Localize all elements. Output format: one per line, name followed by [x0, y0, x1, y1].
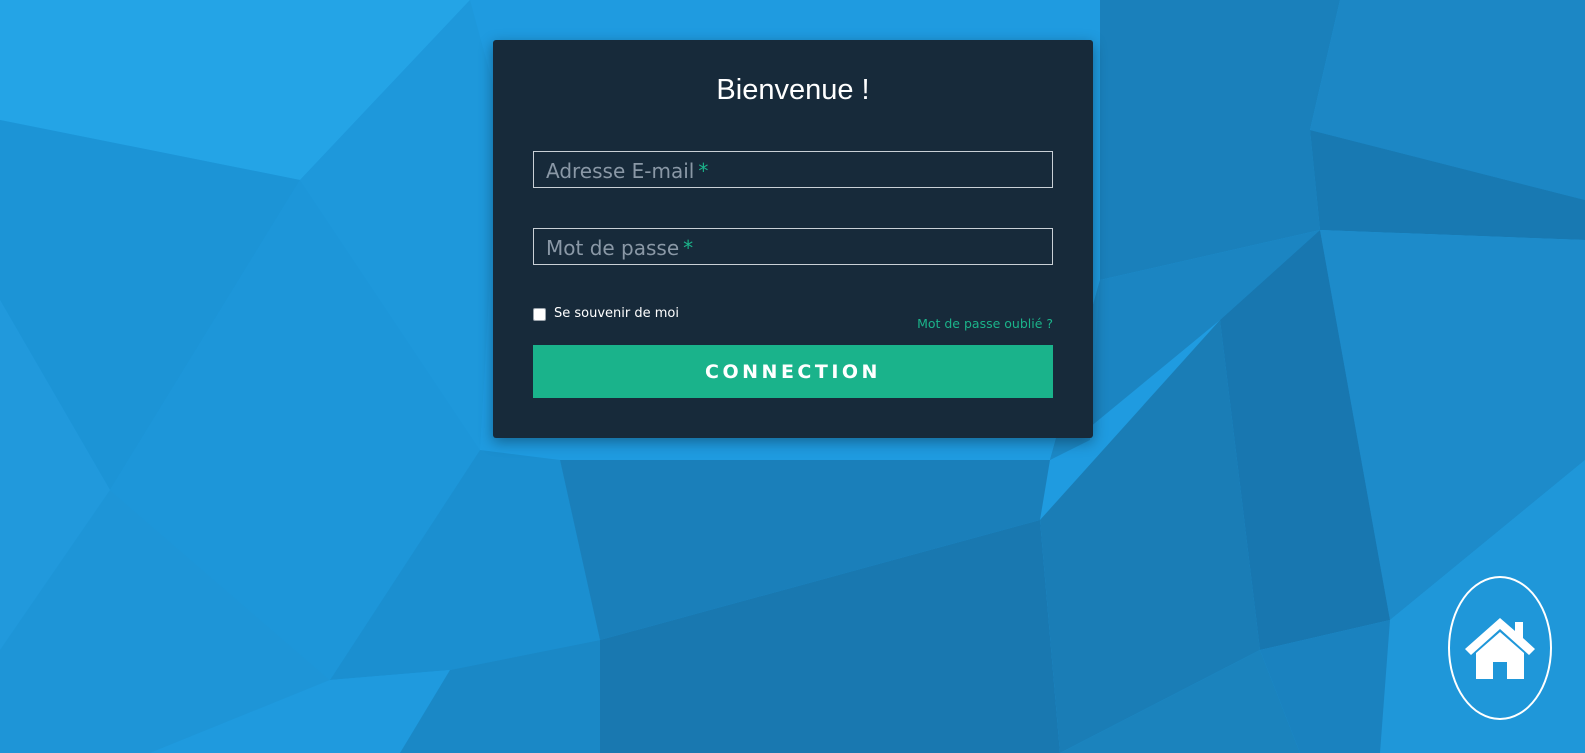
login-page: Bienvenue ! Adresse E-mail * Mot de passe…: [0, 0, 1585, 753]
login-title: Bienvenue !: [716, 74, 870, 106]
remember-me-checkbox[interactable]: [533, 308, 546, 321]
login-card: Bienvenue ! Adresse E-mail * Mot de passe…: [493, 40, 1093, 438]
password-field[interactable]: Mot de passe *: [533, 228, 1053, 265]
password-input[interactable]: [534, 229, 1052, 264]
email-input[interactable]: [534, 152, 1052, 187]
remember-me-label: Se souvenir de moi: [554, 305, 679, 321]
home-button[interactable]: [1448, 576, 1552, 720]
forgot-password-link[interactable]: Mot de passe oublié ?: [917, 316, 1053, 331]
email-field[interactable]: Adresse E-mail *: [533, 151, 1053, 188]
remember-me[interactable]: Se souvenir de moi: [533, 305, 679, 321]
connection-button[interactable]: CONNECTION: [533, 345, 1053, 398]
home-icon: [1465, 618, 1535, 679]
